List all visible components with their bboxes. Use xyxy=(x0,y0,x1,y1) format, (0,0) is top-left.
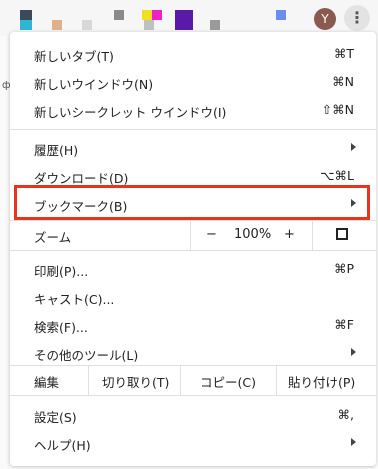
menu-divider xyxy=(10,129,376,130)
menu-item-label: キャスト(C)... xyxy=(34,292,115,307)
menu-divider xyxy=(10,395,376,396)
menu-item-label: 設定(S) xyxy=(34,410,77,425)
zoom-row: ズーム xyxy=(10,221,376,249)
menu-divider xyxy=(10,250,376,251)
menu-item-shortcut: ⌘F xyxy=(334,317,354,332)
menu-item-new-window[interactable]: 新しいウインドウ(N) ⌘N xyxy=(10,68,376,96)
menu-item-new-incognito-window[interactable]: 新しいシークレット ウインドウ(I) ⇧⌘N xyxy=(10,96,376,124)
copy-button[interactable]: コピー(C) xyxy=(200,372,256,391)
toolbar-icon[interactable] xyxy=(152,10,162,20)
toolbar-icon[interactable] xyxy=(20,10,32,20)
toolbar-icon[interactable] xyxy=(52,20,62,30)
edit-divider xyxy=(276,365,277,395)
toolbar-icon[interactable] xyxy=(142,10,152,20)
zoom-in-button[interactable]: + xyxy=(284,227,295,242)
menu-item-label: 新しいウインドウ(N) xyxy=(34,77,154,92)
zoom-divider xyxy=(312,220,313,250)
menu-item-label: 新しいシークレット ウインドウ(I) xyxy=(34,105,227,120)
menu-item-label: 新しいタブ(T) xyxy=(34,49,114,64)
menu-item-label: その他のツール(L) xyxy=(34,348,139,363)
menu-item-shortcut: ⌘, xyxy=(337,407,354,422)
menu-item-settings[interactable]: 設定(S) ⌘, xyxy=(10,401,376,429)
profile-avatar[interactable]: Y xyxy=(314,8,336,30)
submenu-arrow-icon xyxy=(351,438,356,446)
toolbar-icon[interactable] xyxy=(175,10,193,30)
menu-item-find[interactable]: 検索(F)... ⌘F xyxy=(10,311,376,339)
menu-item-more-tools[interactable]: その他のツール(L) xyxy=(10,339,376,367)
toolbar-icon[interactable] xyxy=(210,20,220,30)
toolbar-icon[interactable] xyxy=(20,20,32,30)
toolbar-icon[interactable] xyxy=(276,10,286,20)
menu-item-new-tab[interactable]: 新しいタブ(T) ⌘T xyxy=(10,40,376,68)
menu-item-help[interactable]: ヘルプ(H) xyxy=(10,429,376,457)
browser-toolbar: Y ⋮ xyxy=(0,0,378,36)
more-menu-icon[interactable]: ⋮ xyxy=(344,5,370,31)
menu-item-shortcut: ⌘P xyxy=(333,261,354,276)
menu-item-label: ヘルプ(H) xyxy=(34,438,91,453)
submenu-arrow-icon xyxy=(351,348,356,356)
toolbar-icon[interactable] xyxy=(144,20,154,30)
zoom-divider xyxy=(190,220,191,250)
cut-button[interactable]: 切り取り(T) xyxy=(102,372,169,391)
submenu-arrow-icon xyxy=(351,143,356,151)
zoom-label: ズーム xyxy=(34,230,72,245)
toolbar-icon[interactable] xyxy=(114,10,124,20)
zoom-level: 100% xyxy=(234,227,272,242)
edit-divider xyxy=(88,365,89,395)
menu-item-label: 検索(F)... xyxy=(34,320,88,335)
menu-item-cast[interactable]: キャスト(C)... xyxy=(10,283,376,311)
chrome-menu: 新しいタブ(T) ⌘T 新しいウインドウ(N) ⌘N 新しいシークレット ウイン… xyxy=(10,32,376,466)
menu-item-shortcut: ⌥⌘L xyxy=(320,168,354,183)
edit-label: 編集 xyxy=(34,375,60,390)
menu-item-history[interactable]: 履歴(H) xyxy=(10,134,376,162)
toolbar-icon[interactable] xyxy=(82,20,92,30)
page-content-edge: фо xyxy=(0,36,17,469)
zoom-out-button[interactable]: − xyxy=(206,227,217,242)
fullscreen-icon[interactable] xyxy=(336,228,348,240)
highlight-box xyxy=(14,185,370,220)
paste-button[interactable]: 貼り付け(P) xyxy=(288,372,355,391)
menu-item-label: 印刷(P)... xyxy=(34,264,89,279)
edit-divider xyxy=(180,365,181,395)
menu-item-shortcut: ⇧⌘N xyxy=(321,102,354,117)
menu-item-label: 履歴(H) xyxy=(34,143,79,158)
menu-item-shortcut: ⌘N xyxy=(332,74,354,89)
menu-item-shortcut: ⌘T xyxy=(333,46,354,61)
menu-divider xyxy=(10,365,376,366)
menu-item-print[interactable]: 印刷(P)... ⌘P xyxy=(10,255,376,283)
